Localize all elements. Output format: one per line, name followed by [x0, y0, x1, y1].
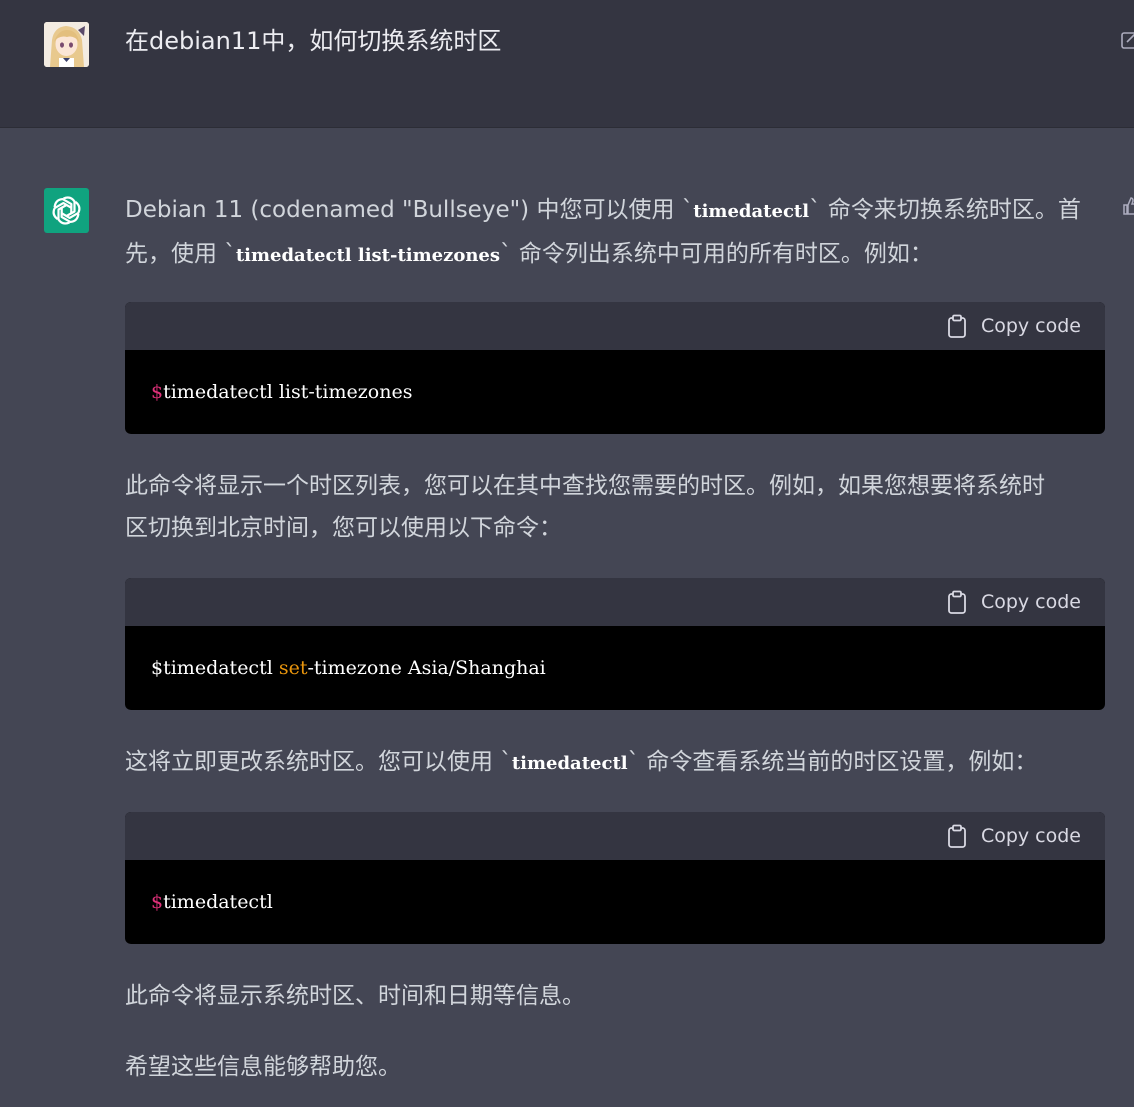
intro-text-2: ` 命令来切换系统时区。首 [809, 197, 1081, 223]
intro-text-4: ` 命令列出系统中可用的所有时区。例如： [500, 241, 933, 267]
paragraph-check-timezone: 这将立即更改系统时区。您可以使用 `timedatectl` 命令查看系统当前的… [125, 741, 1100, 785]
code-content: $ timedatectl list-timezones [125, 350, 1105, 434]
code-block-header: Copy code [125, 302, 1105, 350]
edit-icon[interactable] [1121, 30, 1134, 50]
assistant-message-row: Debian 11 (codenamed "Bullseye") 中您可以使用 … [0, 128, 1134, 1107]
code-block: Copy code $ timedatectl list-timezones [125, 302, 1105, 434]
para2-line1: 此命令将显示一个时区列表，您可以在其中查找您需要的时区。例如，如果您想要将系统时 [125, 473, 1045, 499]
code-command: timedatectl [163, 891, 273, 913]
assistant-avatar [44, 188, 89, 233]
copy-code-label: Copy code [980, 591, 1081, 613]
paragraph-timezone-list: 此命令将显示一个时区列表，您可以在其中查找您需要的时区。例如，如果您想要将系统时… [125, 465, 1100, 549]
copy-code-label: Copy code [980, 315, 1081, 337]
inline-code: timedatectl [693, 201, 810, 222]
para3-text-2: ` 命令查看系统当前的时区设置，例如： [627, 749, 1038, 775]
shell-prompt: $ [151, 657, 164, 679]
clipboard-icon [948, 590, 966, 614]
code-command: timedatectl [163, 657, 279, 679]
code-command: -timezone Asia/Shanghai [307, 657, 546, 679]
clipboard-icon [948, 314, 966, 338]
para2-line2: 区切换到北京时间，您可以使用以下命令： [125, 515, 562, 541]
copy-code-button[interactable]: Copy code [947, 824, 1081, 848]
paragraph-info: 此命令将显示系统时区、时间和日期等信息。 [125, 983, 585, 1009]
para3-text-1: 这将立即更改系统时区。您可以使用 ` [125, 749, 512, 775]
copy-code-button[interactable]: Copy code [947, 314, 1081, 338]
intro-paragraph: Debian 11 (codenamed "Bullseye") 中您可以使用 … [125, 189, 1100, 277]
copy-code-label: Copy code [980, 825, 1081, 847]
inline-code: timedatectl [511, 753, 628, 774]
code-block: Copy code $ timedatectl set -timezone Asi… [125, 578, 1105, 710]
code-block: Copy code $ timedatectl [125, 812, 1105, 944]
code-command: timedatectl list-timezones [163, 381, 413, 403]
code-content: $ timedatectl set -timezone Asia/Shanghai [125, 626, 1105, 710]
user-message-text: 在debian11中，如何切换系统时区 [125, 27, 502, 55]
clipboard-icon [948, 824, 966, 848]
inline-code: timedatectl list-timezones [235, 245, 501, 266]
paragraph-closing: 希望这些信息能够帮助您。 [125, 1054, 401, 1080]
anime-avatar-icon [44, 22, 89, 67]
copy-code-button[interactable]: Copy code [947, 590, 1081, 614]
code-block-header: Copy code [125, 578, 1105, 626]
openai-logo-icon [52, 196, 81, 225]
user-avatar [44, 22, 89, 67]
user-message-row: 在debian11中，如何切换系统时区 [0, 0, 1134, 128]
intro-text-1: Debian 11 (codenamed "Bullseye") 中您可以使用 … [125, 197, 694, 223]
thumbs-up-icon[interactable] [1122, 196, 1134, 216]
code-content: $ timedatectl [125, 860, 1105, 944]
shell-prompt: $ [151, 891, 164, 913]
code-keyword: set [278, 657, 308, 679]
intro-text-3: 先，使用 ` [125, 241, 236, 267]
shell-prompt: $ [151, 381, 164, 403]
code-block-header: Copy code [125, 812, 1105, 860]
